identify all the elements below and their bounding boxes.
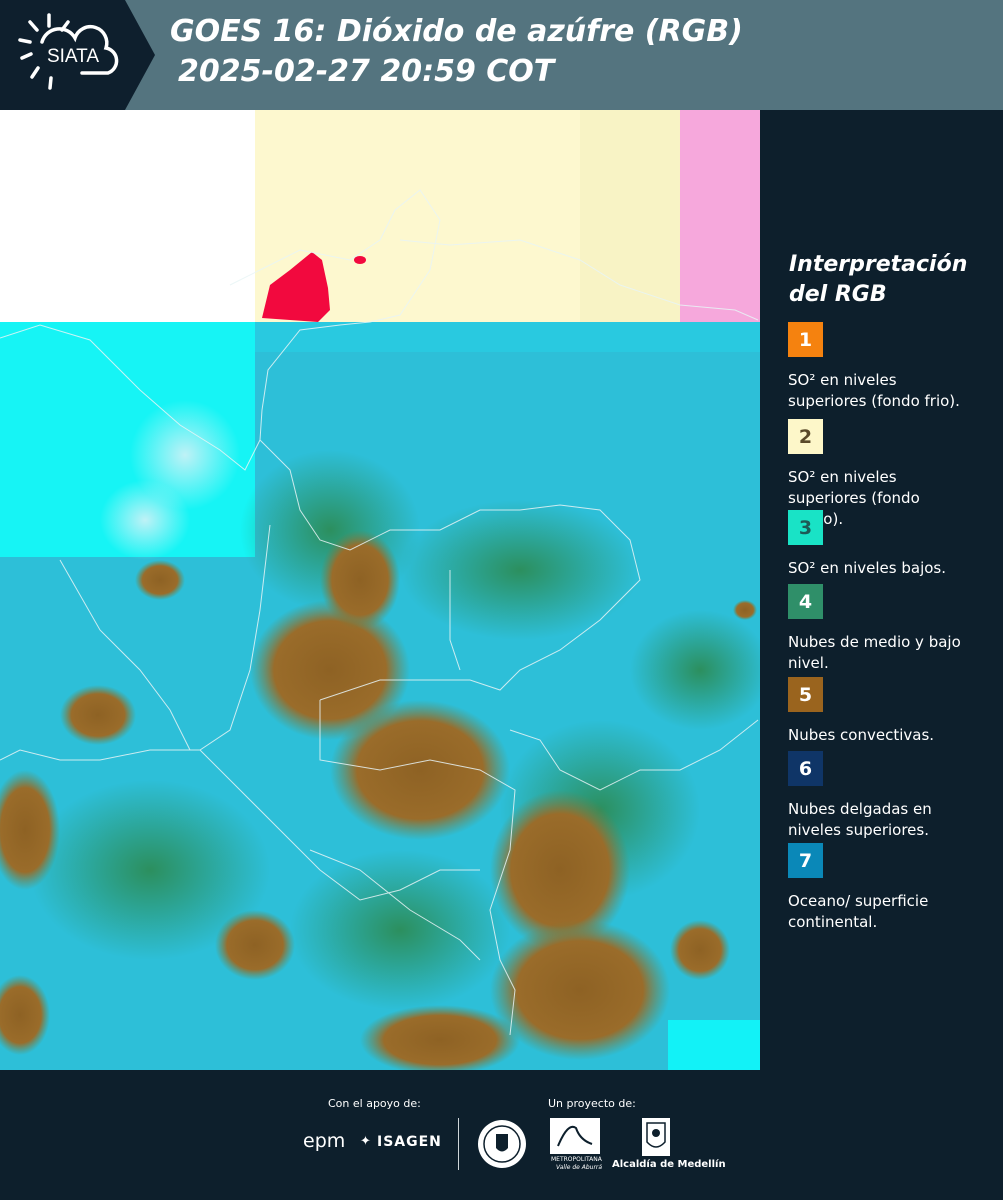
legend-item-6: 6 Nubes delgadas en niveles superiores. xyxy=(788,751,988,841)
legend-label-3: SO² en niveles bajos. xyxy=(788,559,947,577)
epm-logo: epm xyxy=(303,1130,346,1152)
satellite-rgb-map xyxy=(0,110,760,1070)
isagen-icon: ✦ xyxy=(360,1134,371,1149)
alcaldia-shield-icon xyxy=(642,1118,670,1156)
legend-item-1: 1 SO² en niveles superiores (fondo frio)… xyxy=(788,322,988,412)
legend-swatch-2: 2 xyxy=(788,419,823,454)
legend-number-4: 4 xyxy=(798,590,813,613)
legend-swatch-4: 4 xyxy=(788,584,823,619)
footer-bar: Con el apoyo de: Un proyecto de: epm ✦ I… xyxy=(0,1070,1003,1200)
legend-swatch-3: 3 xyxy=(788,510,823,545)
project-label: Un proyecto de: xyxy=(548,1097,636,1110)
siata-logo-text: SIATA xyxy=(47,46,99,67)
legend-label-1: SO² en niveles superiores (fondo frio). xyxy=(788,371,960,410)
legend-title-line2: del RGB xyxy=(789,282,887,307)
legend-swatch-1: 1 xyxy=(788,322,823,357)
legend-item-5: 5 Nubes convectivas. xyxy=(788,677,988,746)
legend-swatch-7: 7 xyxy=(788,843,823,878)
siata-logo: SIATA xyxy=(0,0,155,110)
legend-label-4: Nubes de medio y bajo nivel. xyxy=(788,633,961,672)
legend-swatch-5: 5 xyxy=(788,677,823,712)
area-metropolitana-icon xyxy=(550,1118,600,1154)
legend-swatch-6: 6 xyxy=(788,751,823,786)
legend-label-7: Oceano/ superficie continental. xyxy=(788,892,929,931)
support-label: Con el apoyo de: xyxy=(328,1097,421,1110)
legend-item-7: 7 Oceano/ superficie continental. xyxy=(788,843,988,933)
rgb-legend-panel: Interpretación del RGB 1 SO² en niveles … xyxy=(760,110,1003,1070)
legend-number-2: 2 xyxy=(798,425,813,448)
footer-divider xyxy=(458,1118,459,1170)
legend-title-line1: Interpretación xyxy=(789,252,968,277)
legend-number-6: 6 xyxy=(798,757,813,780)
isagen-logo: ISAGEN xyxy=(377,1134,442,1150)
area-metro-line1: METROPOLITANA xyxy=(551,1156,602,1163)
alcaldia-label: Alcaldía de Medellín xyxy=(612,1159,726,1170)
legend-number-5: 5 xyxy=(798,683,813,706)
page-title: GOES 16: Dióxido de azúfre (RGB) xyxy=(170,14,743,49)
page-root: SIATA GOES 16: Dióxido de azúfre (RGB) 2… xyxy=(0,0,1003,1200)
page-timestamp: 2025-02-27 20:59 COT xyxy=(178,54,555,89)
area-metro-line2: Valle de Aburrá xyxy=(556,1164,603,1171)
legend-label-5: Nubes convectivas. xyxy=(788,726,935,744)
header-bar: SIATA GOES 16: Dióxido de azúfre (RGB) 2… xyxy=(0,0,1003,110)
legend-number-3: 3 xyxy=(798,516,813,539)
legend-label-6: Nubes delgadas en niveles superiores. xyxy=(788,800,932,839)
legend-title: Interpretación del RGB xyxy=(789,250,989,310)
legend-item-3: 3 SO² en niveles bajos. xyxy=(788,510,988,579)
legend-number-7: 7 xyxy=(798,849,813,872)
legend-number-1: 1 xyxy=(798,328,813,351)
medellin-seal-icon xyxy=(478,1120,526,1168)
legend-item-4: 4 Nubes de medio y bajo nivel. xyxy=(788,584,988,674)
